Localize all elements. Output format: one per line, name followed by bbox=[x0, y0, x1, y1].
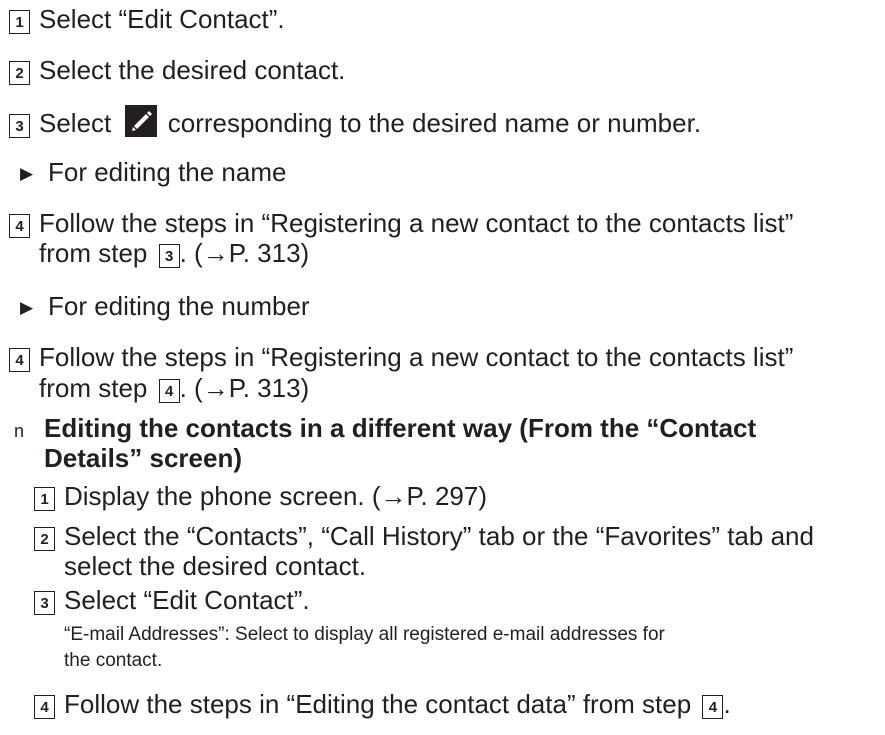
step-number-box: 4 bbox=[9, 348, 30, 372]
step-text: Select “Edit Contact”. bbox=[64, 585, 310, 615]
step-text-line1: Follow the steps in “Registering a new c… bbox=[39, 208, 794, 238]
note-text: the contact. bbox=[64, 650, 163, 671]
step-number-box: 1 bbox=[9, 10, 30, 34]
step-ref-box: 4 bbox=[702, 695, 724, 719]
step-4-name: 4 Follow the steps in “Registering a new … bbox=[9, 207, 793, 239]
pencil-icon bbox=[124, 105, 157, 137]
step-text: Select the desired contact. bbox=[39, 55, 346, 85]
subheading-text: For editing the name bbox=[48, 157, 287, 187]
manual-page: 1 Select “Edit Contact”. 2 Select the desi… bbox=[0, 0, 885, 735]
step-ref-box: 4 bbox=[158, 379, 180, 403]
step-1: 1 Select “Edit Contact”. bbox=[9, 3, 285, 35]
subheading-text: For editing the number bbox=[48, 291, 310, 321]
step-number-box: 1 bbox=[34, 487, 55, 511]
step-text: Follow the steps in “Editing the contact… bbox=[64, 689, 699, 719]
step-4-number: 4 Follow the steps in “Registering a new … bbox=[9, 341, 793, 373]
section-bullet: n bbox=[14, 421, 25, 441]
step-text-line1: Select the “Contacts”, “Call History” ta… bbox=[64, 521, 814, 551]
step-text-end: . bbox=[723, 689, 731, 719]
section-heading-line1: Editing the contacts in a different way … bbox=[44, 413, 757, 443]
step-number-box: 2 bbox=[34, 527, 55, 551]
step-text-line2-pre: from step bbox=[39, 373, 148, 403]
step-number-box: 2 bbox=[9, 61, 30, 85]
section-heading-text: Details” screen) bbox=[44, 443, 242, 473]
step-2: 2 Select the desired contact. bbox=[9, 54, 345, 86]
step-number-box: 3 bbox=[34, 591, 55, 615]
section-step-1: 1 Display the phone screen. (→P. 297) bbox=[34, 480, 487, 512]
subheading-edit-name: ▶ For editing the name bbox=[20, 156, 286, 190]
step-4-name-line2: from step 3. (→P. 313) bbox=[39, 237, 309, 269]
step-number-box: 4 bbox=[9, 214, 30, 238]
step-text-line2-pre: from step bbox=[39, 238, 148, 268]
triangle-icon: ▶ bbox=[20, 298, 34, 317]
section-step-4: 4 Follow the steps in “Editing the contac… bbox=[34, 688, 731, 720]
note-line1: “E-mail Addresses”: Select to display al… bbox=[64, 622, 665, 648]
section-step-2: 2 Select the “Contacts”, “Call History” t… bbox=[34, 520, 814, 552]
step-text-post: corresponding to the desired name or num… bbox=[167, 108, 702, 138]
page-ref: . (→P. 313) bbox=[179, 373, 310, 403]
triangle-icon: ▶ bbox=[20, 164, 34, 183]
step-text: Display the phone screen. (→P. 297) bbox=[64, 481, 487, 511]
section-heading-line2: Details” screen) bbox=[44, 442, 242, 474]
step-3: 3 Select corresponding to the desired nam… bbox=[9, 105, 701, 139]
step-text: Select “Edit Contact”. bbox=[39, 4, 285, 34]
step-text-pre: Select bbox=[39, 108, 112, 138]
page-ref: . (→P. 313) bbox=[179, 238, 310, 268]
step-number-box: 3 bbox=[9, 114, 30, 138]
step-number-box: 4 bbox=[34, 695, 55, 719]
section-step-3: 3 Select “Edit Contact”. bbox=[34, 584, 310, 616]
section-step-2-line2: select the desired contact. bbox=[64, 550, 366, 582]
step-ref-box: 3 bbox=[158, 244, 180, 268]
note-line2: the contact. bbox=[64, 648, 162, 674]
step-text-line2: select the desired contact. bbox=[64, 551, 367, 581]
step-4-number-line2: from step 4. (→P. 313) bbox=[39, 372, 309, 404]
note-text: “E-mail Addresses”: Select to display al… bbox=[64, 624, 665, 645]
subheading-edit-number: ▶ For editing the number bbox=[20, 290, 310, 324]
step-text-line1: Follow the steps in “Registering a new c… bbox=[39, 342, 794, 372]
